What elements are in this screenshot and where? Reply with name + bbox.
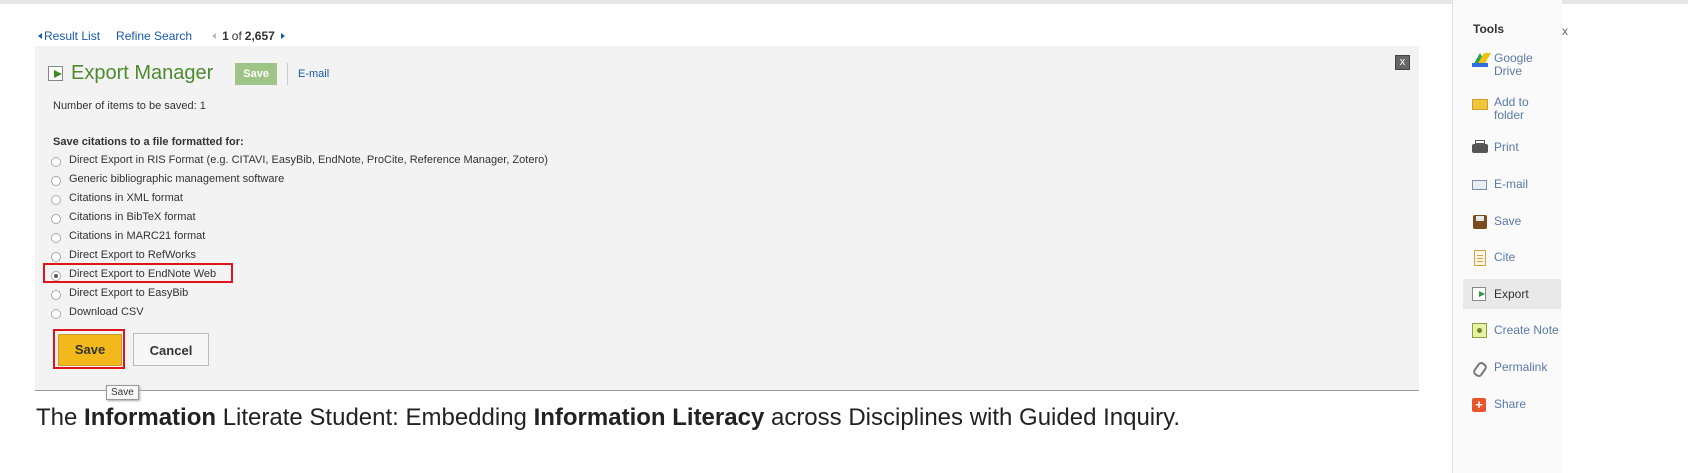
note-icon [1472, 323, 1488, 339]
result-list-link[interactable]: Result List [44, 29, 100, 43]
tool-label: Save [1494, 214, 1522, 228]
format-option-generic[interactable]: Generic bibliographic management softwar… [51, 170, 548, 189]
format-option-label: Direct Export to RefWorks [69, 248, 196, 261]
format-option-bibtex[interactable]: Citations in BibTeX format [51, 208, 548, 227]
email-icon [1472, 177, 1488, 193]
radio-button[interactable] [51, 289, 61, 300]
radio-button[interactable] [51, 176, 61, 187]
printer-icon [1472, 140, 1488, 156]
format-heading: Save citations to a file formatted for: [53, 136, 244, 148]
tool-label: Create Note [1494, 323, 1559, 337]
tool-label: Google Drive [1494, 51, 1533, 78]
main-content: Result List Refine Search 1 of 2,657 x E… [0, 4, 1561, 473]
format-option-refworks[interactable]: Direct Export to RefWorks [51, 245, 548, 264]
email-tab[interactable]: E-mail [298, 68, 329, 80]
tool-share[interactable]: + Share [1463, 397, 1561, 413]
tab-divider [287, 62, 288, 85]
format-option-label: Citations in BibTeX format [69, 211, 196, 224]
tool-create-note[interactable]: Create Note [1463, 323, 1561, 339]
save-button[interactable]: Save [58, 334, 122, 366]
format-option-easybib[interactable]: Direct Export to EasyBib [51, 283, 548, 302]
refine-search-link[interactable]: Refine Search [116, 29, 192, 43]
record-title[interactable]: The Information Literate Student: Embedd… [36, 404, 1180, 432]
tool-label: Share [1494, 397, 1527, 411]
pager: 1 of 2,657 [212, 29, 285, 43]
tool-email[interactable]: E-mail [1463, 177, 1561, 193]
radio-button[interactable] [51, 214, 61, 225]
cancel-button[interactable]: Cancel [133, 333, 209, 366]
share-icon: + [1472, 397, 1488, 413]
record-title-text: The [36, 404, 85, 431]
close-icon[interactable]: x [1395, 55, 1410, 70]
record-title-text: Literate Student: Embedding [216, 404, 534, 431]
export-manager-panel: x Export Manager Save E-mail Number of i… [35, 46, 1419, 391]
tool-label: Cite [1494, 250, 1516, 264]
tool-export[interactable]: Export [1463, 279, 1561, 309]
tool-google-drive[interactable]: Google Drive [1463, 52, 1561, 78]
format-option-label: Citations in MARC21 format [69, 230, 206, 242]
format-option-label: Direct Export to EasyBib [69, 286, 189, 299]
collapse-tools-icon[interactable]: x [1562, 24, 1568, 38]
save-tab[interactable]: Save [235, 62, 277, 85]
tool-label: E-mail [1494, 177, 1529, 191]
format-option-csv[interactable]: Download CSV [51, 302, 548, 321]
record-title-text: across Disciplines with Guided Inquiry. [764, 404, 1181, 431]
format-option-ris[interactable]: Direct Export in RIS Format (e.g. CITAVI… [51, 151, 548, 170]
tool-print[interactable]: Print [1463, 140, 1561, 156]
export-manager-header: Export Manager Save E-mail [48, 62, 329, 85]
tool-permalink[interactable]: Permalink [1463, 360, 1561, 379]
format-option-endnote-web[interactable]: Direct Export to EndNote Web [43, 263, 548, 284]
items-count: Number of items to be saved: 1 [53, 100, 206, 112]
tool-label: Permalink [1494, 360, 1548, 374]
save-button-highlight: Save [53, 329, 125, 369]
link-icon [1471, 360, 1489, 379]
radio-button[interactable] [51, 233, 61, 243]
format-options: Direct Export in RIS Format (e.g. CITAVI… [43, 151, 548, 321]
pager-total: 2,657 [244, 29, 275, 43]
export-manager-icon [48, 64, 68, 84]
folder-icon [1472, 96, 1488, 112]
save-tooltip: Save [106, 385, 139, 400]
tool-cite[interactable]: Cite [1463, 250, 1561, 266]
radio-button[interactable] [51, 195, 61, 206]
save-disk-icon [1472, 214, 1488, 230]
format-option-marc21[interactable]: Citations in MARC21 format [51, 227, 548, 246]
tool-save[interactable]: Save [1463, 214, 1561, 230]
cite-document-icon [1472, 250, 1488, 266]
radio-button-selected[interactable] [51, 270, 61, 281]
top-navigation: Result List Refine Search 1 of 2,657 [38, 28, 285, 44]
format-option-label: Direct Export in RIS Format (e.g. CITAVI… [69, 154, 548, 167]
format-option-xml[interactable]: Citations in XML format [51, 189, 548, 208]
previous-record-icon[interactable] [212, 33, 217, 39]
format-option-label: Direct Export to EndNote Web [69, 267, 217, 280]
pager-current: 1 [222, 29, 229, 43]
format-option-label: Citations in XML format [69, 192, 183, 205]
google-drive-icon [1472, 52, 1491, 68]
tools-title: Tools [1473, 22, 1505, 36]
pager-of: of [231, 29, 242, 43]
record-title-highlight: Information Literacy [533, 404, 765, 431]
radio-button[interactable] [51, 308, 61, 319]
tool-label: Print [1494, 140, 1519, 154]
radio-button[interactable] [51, 157, 61, 168]
tools-sidebar: Tools Google Drive Add to folder Print E… [1452, 0, 1562, 473]
export-manager-title: Export Manager [71, 62, 214, 84]
format-option-label: Download CSV [69, 305, 144, 318]
tool-label: Add to folder [1494, 95, 1529, 122]
radio-button[interactable] [51, 251, 61, 262]
record-title-highlight: Information [84, 404, 217, 431]
back-arrow-icon [38, 33, 42, 39]
export-icon [1472, 286, 1488, 302]
format-option-label: Generic bibliographic management softwar… [69, 173, 285, 186]
tool-add-to-folder[interactable]: Add to folder [1463, 96, 1561, 122]
tool-label: Export [1494, 287, 1529, 301]
next-record-icon[interactable] [280, 33, 285, 39]
